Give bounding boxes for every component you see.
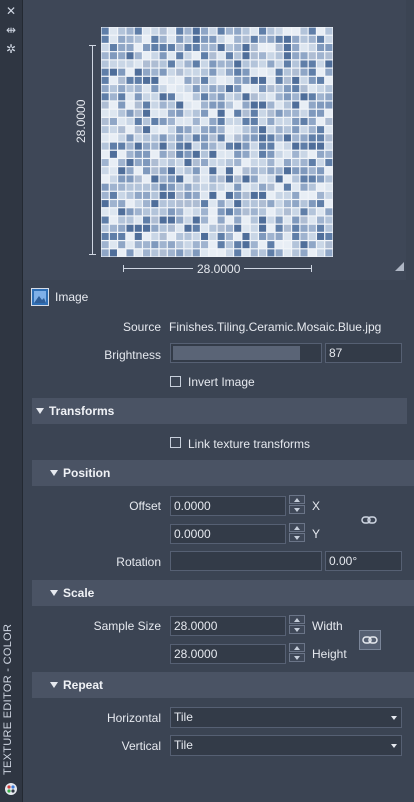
horizontal-repeat-select[interactable]: Tile — [170, 707, 402, 728]
scale-title: Scale — [63, 586, 95, 600]
link-texture-transforms-checkbox[interactable] — [170, 437, 181, 448]
sample-width-input[interactable]: 28.0000 — [170, 616, 286, 636]
link-texture-transforms-label: Link texture transforms — [188, 437, 311, 451]
horizontal-label: Horizontal — [106, 711, 161, 725]
rotation-label: Rotation — [116, 555, 161, 569]
spin-down-icon[interactable] — [289, 533, 305, 542]
rotation-input[interactable]: 0.00° — [325, 551, 402, 571]
chevron-down-icon — [391, 744, 397, 748]
texture-preview-image — [101, 27, 333, 257]
sample-height-input[interactable]: 28.0000 — [170, 644, 286, 664]
offset-y-spinner[interactable] — [289, 523, 307, 543]
offset-y-input[interactable]: 0.0000 — [170, 524, 286, 544]
collapse-arrow-icon — [36, 408, 44, 414]
brightness-slider-fill — [173, 346, 301, 360]
position-title: Position — [63, 466, 111, 480]
spin-down-icon[interactable] — [289, 625, 305, 634]
chevron-down-icon — [391, 716, 397, 720]
vertical-repeat-select[interactable]: Tile — [170, 735, 402, 756]
vertical-repeat-value: Tile — [174, 738, 193, 752]
transforms-title: Transforms — [49, 404, 115, 418]
brightness-label: Brightness — [104, 348, 161, 362]
spin-down-icon[interactable] — [289, 505, 305, 514]
scale-section-header[interactable]: Scale — [32, 580, 414, 606]
palette-title: TEXTURE EDITOR - COLOR — [2, 623, 14, 775]
sample-height-spinner[interactable] — [289, 643, 307, 663]
link-scale-icon[interactable] — [359, 630, 381, 650]
collapse-arrow-icon — [50, 470, 58, 476]
spin-down-icon[interactable] — [289, 653, 305, 662]
source-label: Source — [122, 320, 161, 334]
vertical-label: Vertical — [121, 739, 161, 753]
texture-preview: 28.0000 28.0000 — [23, 0, 406, 280]
collapse-arrow-icon — [50, 682, 58, 688]
invert-image-label: Invert Image — [188, 375, 255, 389]
spin-up-icon[interactable] — [289, 495, 305, 504]
transforms-section-header[interactable]: Transforms — [32, 398, 407, 424]
source-value[interactable]: Finishes.Tiling.Ceramic.Mosaic.Blue.jpg — [169, 320, 381, 334]
link-icon[interactable] — [359, 511, 379, 529]
close-icon[interactable]: ✕ — [4, 4, 18, 18]
spin-up-icon[interactable] — [289, 523, 305, 532]
image-title: Image — [55, 290, 89, 304]
brightness-input[interactable]: 87 — [325, 343, 402, 363]
repeat-section-header[interactable]: Repeat — [32, 672, 414, 698]
pin-icon[interactable]: ⇹ — [4, 23, 18, 37]
width-label: Width — [312, 619, 343, 633]
repeat-title: Repeat — [63, 678, 104, 692]
height-dimension-label: 28.0000 — [74, 99, 88, 143]
resize-grip-icon[interactable] — [395, 262, 404, 271]
height-label: Height — [312, 647, 347, 661]
y-label: Y — [312, 527, 321, 541]
collapse-arrow-icon — [50, 590, 58, 596]
texture-editor-panel: 28.0000 28.0000 Image Source Finishes.Ti… — [23, 0, 414, 802]
settings-icon[interactable]: ✲ — [4, 42, 18, 56]
side-strip: ✕ ⇹ ✲ TEXTURE EDITOR - COLOR — [0, 0, 23, 802]
paint-palette-icon[interactable] — [4, 782, 18, 796]
image-icon[interactable] — [31, 288, 49, 306]
spin-up-icon[interactable] — [289, 643, 305, 652]
spin-up-icon[interactable] — [289, 615, 305, 624]
offset-x-spinner[interactable] — [289, 495, 307, 515]
width-dimension-label: 28.0000 — [193, 262, 245, 276]
rotation-slider[interactable] — [170, 551, 322, 571]
sample-size-label: Sample Size — [93, 619, 161, 633]
height-dimension-line — [89, 45, 96, 255]
invert-image-checkbox[interactable] — [170, 376, 181, 387]
offset-x-input[interactable]: 0.0000 — [170, 496, 286, 516]
horizontal-repeat-value: Tile — [174, 710, 193, 724]
offset-label: Offset — [129, 499, 161, 513]
sample-width-spinner[interactable] — [289, 615, 307, 635]
brightness-slider[interactable] — [170, 343, 322, 363]
position-section-header[interactable]: Position — [32, 460, 414, 486]
x-label: X — [312, 499, 321, 513]
